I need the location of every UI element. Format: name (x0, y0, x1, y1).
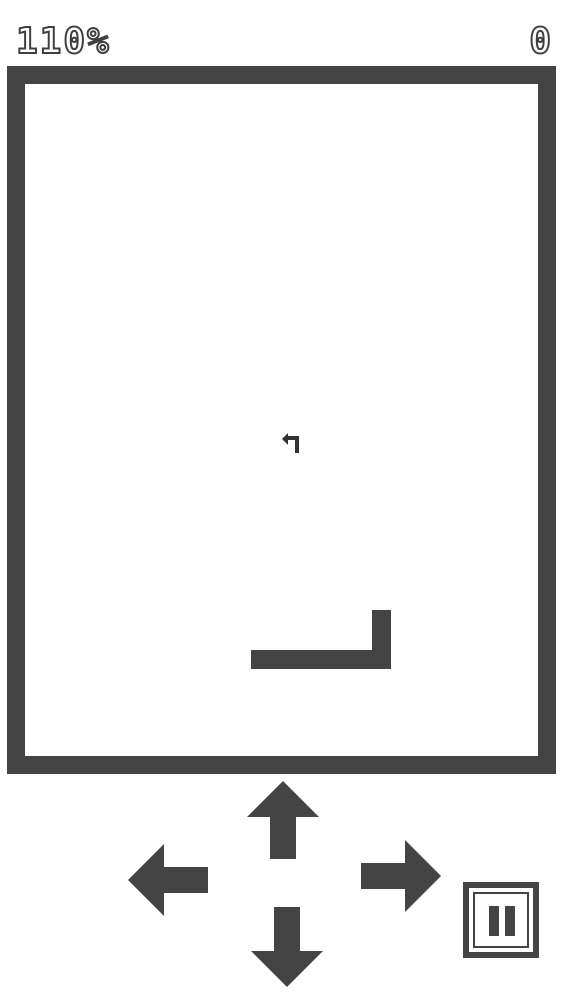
move-up-button[interactable] (247, 781, 319, 859)
arrow-up-icon (247, 781, 319, 859)
move-left-button[interactable] (128, 844, 208, 916)
move-down-button[interactable] (251, 907, 323, 987)
arrow-right-icon (361, 840, 441, 912)
pause-bar (505, 906, 515, 936)
score: 0 (528, 21, 553, 63)
food-turn-left-arrow-icon (282, 431, 304, 455)
arrow-left-icon (128, 844, 208, 916)
pause-button[interactable] (463, 882, 539, 958)
speed-percentage: 110% (15, 21, 111, 63)
pause-icon (473, 892, 529, 948)
pause-bar (489, 906, 499, 936)
snake-body (251, 650, 391, 669)
snake-head (372, 610, 391, 669)
arrow-down-icon (251, 907, 323, 987)
move-right-button[interactable] (361, 840, 441, 912)
